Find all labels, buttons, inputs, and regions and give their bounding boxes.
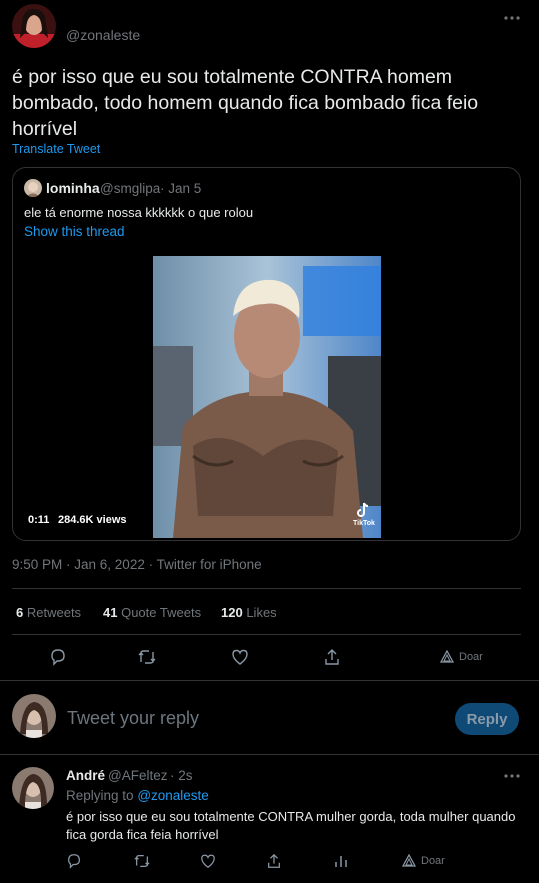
retweets-stat[interactable]: 6 Retweets	[16, 605, 81, 620]
quoted-date[interactable]: · Jan 5	[160, 181, 201, 196]
divider	[12, 634, 521, 635]
replying-to-prefix: Replying to	[66, 788, 134, 803]
tiktok-icon	[356, 502, 370, 518]
donate-label: Doar	[459, 651, 483, 663]
reply-button[interactable]: Reply	[455, 703, 519, 735]
divider	[12, 588, 521, 589]
reply-input[interactable]: Tweet your reply	[67, 708, 199, 729]
quote-tweets-label: Quote Tweets	[121, 605, 202, 620]
quoted-author-handle[interactable]: @smglipa	[100, 181, 160, 196]
reply-icon[interactable]	[66, 853, 82, 869]
likes-stat[interactable]: 120 Likes	[221, 605, 277, 620]
donate-icon	[402, 854, 416, 868]
retweet-icon[interactable]	[137, 648, 157, 666]
more-icon[interactable]	[502, 10, 522, 26]
replying-to: Replying to @zonaleste	[66, 788, 209, 803]
retweets-label: Retweets	[26, 605, 82, 620]
replying-to-handle[interactable]: @zonaleste	[137, 788, 209, 803]
share-icon[interactable]	[323, 648, 341, 666]
reply-text: é por isso que eu sou totalmente CONTRA …	[66, 809, 516, 842]
share-icon[interactable]	[266, 853, 282, 869]
quote-tweets-count: 41	[103, 605, 118, 620]
translate-tweet-link[interactable]: Translate Tweet	[12, 142, 100, 156]
likes-label: Likes	[246, 605, 277, 620]
tweet-timestamp[interactable]: 9:50 PM · Jan 6, 2022 · Twitter for iPho…	[12, 557, 262, 572]
divider	[0, 680, 539, 681]
donate-icon	[440, 650, 454, 664]
quoted-author-avatar[interactable]	[24, 179, 42, 197]
quoted-author-name[interactable]: lominha	[46, 180, 100, 196]
quoted-text: ele tá enorme nossa kkkkkk o que rolou	[24, 205, 254, 220]
reply-author-name[interactable]: André	[66, 768, 105, 783]
author-handle[interactable]: @zonaleste	[66, 27, 140, 43]
author-avatar[interactable]	[12, 4, 56, 48]
video-thumbnail[interactable]	[153, 256, 381, 538]
donate-label: Doar	[421, 855, 445, 867]
video-duration: 0:11	[28, 514, 50, 526]
like-icon[interactable]	[200, 853, 216, 869]
reply-author-avatar[interactable]	[12, 767, 54, 809]
retweet-icon[interactable]	[133, 853, 151, 869]
donate-button[interactable]: Doar	[402, 854, 445, 868]
divider	[0, 754, 539, 755]
show-thread-link[interactable]: Show this thread	[24, 224, 125, 239]
quote-tweets-stat[interactable]: 41 Quote Tweets	[103, 605, 201, 620]
tiktok-watermark: TikTok	[353, 520, 375, 527]
more-icon[interactable]	[502, 768, 522, 784]
user-avatar[interactable]	[12, 694, 56, 738]
donate-button[interactable]: Doar	[440, 650, 483, 664]
video-views: 284.6K views	[58, 514, 127, 526]
reply-author-handle[interactable]: @AFeltez	[108, 768, 167, 783]
reply-time[interactable]: · 2s	[170, 768, 193, 783]
retweets-count: 6	[16, 605, 24, 620]
analytics-icon[interactable]	[333, 853, 349, 869]
likes-count: 120	[221, 605, 243, 620]
reply-icon[interactable]	[49, 648, 67, 666]
tweet-text: é por isso que eu sou totalmente CONTRA …	[12, 66, 479, 140]
like-icon[interactable]	[231, 648, 249, 666]
